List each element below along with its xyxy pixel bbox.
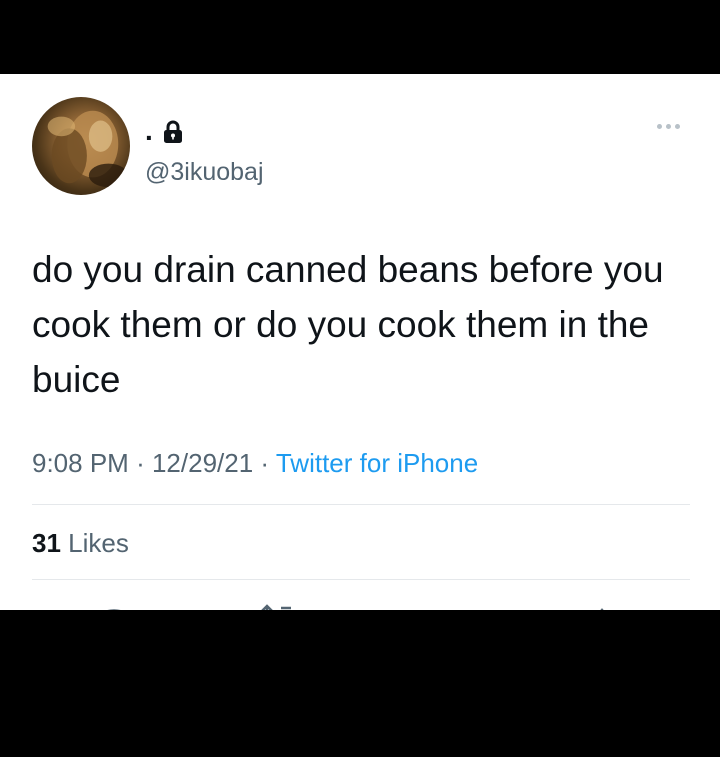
user-handle[interactable]: @3ikuobaj: [145, 158, 264, 187]
meta-separator: ·: [260, 448, 270, 478]
meta-separator: ·: [136, 448, 145, 478]
like-icon[interactable]: [420, 602, 460, 610]
likes-count: 31: [32, 528, 61, 558]
more-dot: [675, 124, 680, 129]
retweet-icon[interactable]: [257, 602, 297, 610]
display-name[interactable]: .: [145, 117, 153, 145]
more-icon[interactable]: [657, 124, 680, 129]
tweet-meta: 9:08 PM · 12/29/21 · Twitter for iPhone: [32, 448, 478, 479]
share-icon[interactable]: [582, 602, 622, 610]
more-dot: [666, 124, 671, 129]
likes-label: Likes: [68, 528, 129, 558]
lock-icon: [163, 120, 182, 143]
divider: [32, 504, 690, 505]
tweet-card: . @3ikuobaj do you drain canned beans be…: [0, 74, 720, 610]
divider: [32, 579, 690, 580]
tweet-date[interactable]: 12/29/21: [152, 448, 253, 478]
tweet-time[interactable]: 9:08 PM: [32, 448, 129, 478]
more-dot: [657, 124, 662, 129]
tweet-source-link[interactable]: Twitter for iPhone: [276, 448, 478, 478]
avatar-image: [47, 110, 129, 188]
display-name-row: .: [145, 117, 183, 145]
likes-stat[interactable]: 31 Likes: [32, 528, 129, 559]
avatar[interactable]: [32, 97, 130, 195]
reply-icon[interactable]: [94, 602, 134, 610]
tweet-text: do you drain canned beans before you coo…: [32, 249, 664, 400]
